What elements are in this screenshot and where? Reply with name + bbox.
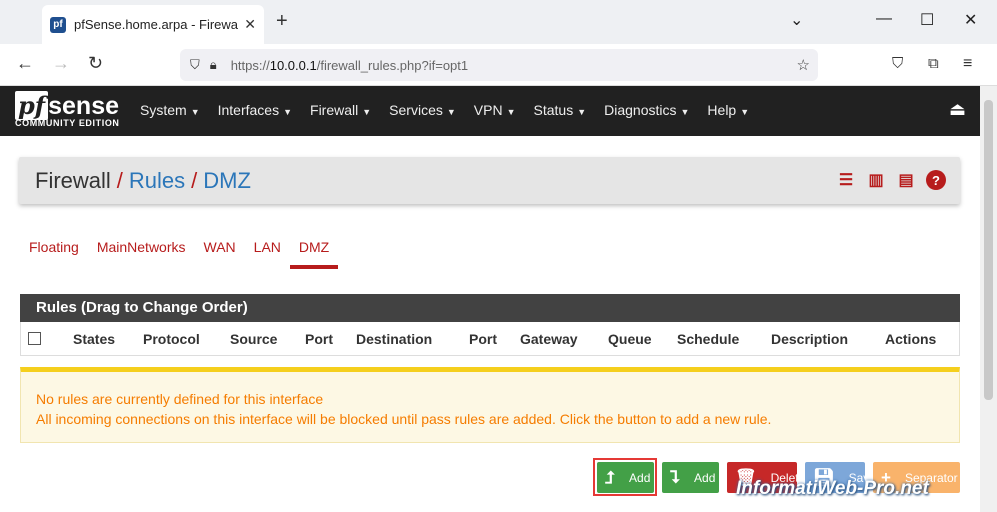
alert-line-2: All incoming connections on this interfa… xyxy=(36,411,772,427)
forward-icon[interactable]: → xyxy=(52,53,70,74)
shield-icon[interactable]: ⛉ xyxy=(190,57,200,73)
browser-tab-title: pfSense.home.arpa - Firewall: R xyxy=(74,17,239,32)
menu-status[interactable]: Status ▼ xyxy=(534,102,587,118)
no-rules-alert: No rules are currently defined for this … xyxy=(20,367,960,443)
col-protocol[interactable]: Protocol xyxy=(143,331,200,347)
extensions-icon[interactable]: ⧉ xyxy=(928,55,939,72)
list-icon[interactable]: ▤ xyxy=(896,170,916,190)
browser-nav-bar: ← → ↻ ⛉ 🔒︎ https://10.0.0.1/firewall_rul… xyxy=(0,44,997,86)
browser-tab[interactable]: pf pfSense.home.arpa - Firewall: R ✕ xyxy=(42,5,264,44)
menu-system[interactable]: System ▼ xyxy=(140,102,200,118)
pfsense-logo[interactable]: pf sense COMMUNITY EDITION xyxy=(15,91,120,128)
edition-label: COMMUNITY EDITION xyxy=(15,118,120,128)
col-source[interactable]: Source xyxy=(230,331,277,347)
interface-tabs: Floating MainNetworks WAN LAN DMZ xyxy=(20,232,339,269)
pfsense-favicon-icon: pf xyxy=(50,16,66,33)
menu-interfaces[interactable]: Interfaces ▼ xyxy=(218,102,292,118)
add-rule-top-button[interactable]: ⮥ Add xyxy=(597,462,654,493)
lock-icon[interactable]: 🔒︎ xyxy=(210,57,217,73)
address-bar[interactable]: ⛉ 🔒︎ https://10.0.0.1/firewall_rules.php… xyxy=(180,49,818,81)
back-icon[interactable]: ← xyxy=(16,53,34,74)
col-destination-port[interactable]: Port xyxy=(469,331,497,347)
browser-tab-bar: pf pfSense.home.arpa - Firewall: R ✕ + ⌄… xyxy=(0,0,997,44)
alert-line-1: No rules are currently defined for this … xyxy=(36,391,324,407)
tab-floating[interactable]: Floating xyxy=(20,232,88,269)
col-gateway[interactable]: Gateway xyxy=(520,331,578,347)
select-all-checkbox[interactable] xyxy=(28,332,41,345)
rules-panel-title: Rules (Drag to Change Order) xyxy=(20,294,960,322)
col-source-port[interactable]: Port xyxy=(305,331,333,347)
col-states[interactable]: States xyxy=(73,331,115,347)
tab-lan[interactable]: LAN xyxy=(245,232,290,269)
pfsense-header: pf sense COMMUNITY EDITION System ▼ Interf… xyxy=(0,86,980,136)
main-menu: System ▼ Interfaces ▼ Firewall ▼ Services ▼ … xyxy=(140,102,749,118)
new-tab-icon[interactable]: + xyxy=(276,10,288,33)
arrow-down-icon: ⮧ xyxy=(670,467,681,487)
page-title-bar: Firewall / Rules / DMZ ☰ ▥ ▤ ? xyxy=(19,157,960,204)
minimize-icon[interactable]: — xyxy=(876,10,892,28)
tab-list-chevron-icon[interactable]: ⌄ xyxy=(790,10,803,30)
col-queue[interactable]: Queue xyxy=(608,331,652,347)
col-description[interactable]: Description xyxy=(771,331,848,347)
bar-chart-icon[interactable]: ▥ xyxy=(866,170,886,190)
close-tab-icon[interactable]: ✕ xyxy=(244,16,256,33)
menu-help[interactable]: Help ▼ xyxy=(707,102,749,118)
menu-vpn[interactable]: VPN ▼ xyxy=(474,102,516,118)
menu-services[interactable]: Services ▼ xyxy=(389,102,456,118)
title-icons: ☰ ▥ ▤ ? xyxy=(836,170,946,190)
col-actions: Actions xyxy=(885,331,937,347)
close-window-icon[interactable]: ✕ xyxy=(964,10,977,30)
maximize-icon[interactable]: ☐ xyxy=(920,10,934,30)
arrow-up-icon: ⮥ xyxy=(605,467,616,487)
tab-wan[interactable]: WAN xyxy=(195,232,245,269)
bookmark-star-icon[interactable]: ☆ xyxy=(797,56,810,74)
menu-diagnostics[interactable]: Diagnostics ▼ xyxy=(604,102,689,118)
breadcrumb-dmz[interactable]: DMZ xyxy=(203,168,251,193)
pocket-icon[interactable]: ⛉ xyxy=(892,55,903,72)
add-rule-bottom-button[interactable]: ⮧ Add xyxy=(662,462,719,493)
help-icon[interactable]: ? xyxy=(926,170,946,190)
menu-hamburger-icon[interactable]: ≡ xyxy=(963,55,972,73)
logout-icon[interactable]: ⏏ xyxy=(949,99,966,120)
url-text: https://10.0.0.1/firewall_rules.php?if=o… xyxy=(230,57,469,73)
breadcrumb-firewall: Firewall xyxy=(35,168,111,193)
menu-firewall[interactable]: Firewall ▼ xyxy=(310,102,371,118)
tab-mainnetworks[interactable]: MainNetworks xyxy=(88,232,195,269)
rules-table-header: States Protocol Source Port Destination … xyxy=(20,322,960,356)
reload-icon[interactable]: ↻ xyxy=(88,53,103,74)
tab-dmz[interactable]: DMZ xyxy=(289,232,339,269)
sliders-icon[interactable]: ☰ xyxy=(836,170,856,190)
watermark: InformatiWeb-Pro.net xyxy=(736,478,929,499)
breadcrumb: Firewall / Rules / DMZ xyxy=(35,168,251,193)
scrollbar-thumb[interactable] xyxy=(984,100,993,400)
breadcrumb-rules[interactable]: Rules xyxy=(129,168,185,193)
col-schedule[interactable]: Schedule xyxy=(677,331,739,347)
col-destination[interactable]: Destination xyxy=(356,331,432,347)
